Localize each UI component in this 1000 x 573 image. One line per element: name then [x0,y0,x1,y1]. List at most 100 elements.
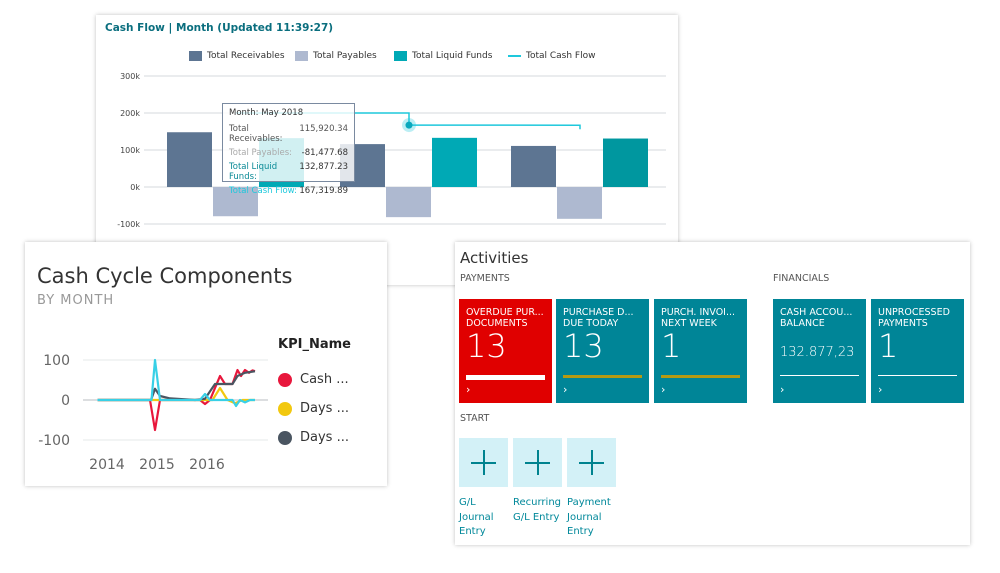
tile-bar [780,375,859,376]
tooltip-row: Total Cash Flow: 167,319.89 [229,186,348,196]
link-text: Recurring [513,497,561,508]
chevron-right-icon[interactable]: › [466,383,470,396]
tile-bar [563,375,642,378]
tile-value: 13 [466,327,507,365]
tooltip-month: Month: May 2018 [229,108,304,118]
tooltip-row: Total Receivables: 115,920.34 [229,124,348,144]
x-tick-label: 2015 [139,457,175,473]
legend-label: Total Liquid Funds [412,51,493,61]
legend-payables[interactable]: Total Payables [295,51,377,61]
tile-value: 1 [661,327,682,365]
tile-title: PURCH. INVOI... [661,307,736,318]
bar-total-payables [386,187,431,218]
tile-title: OVERDUE PUR... [466,307,544,318]
chevron-right-icon[interactable]: › [878,383,882,396]
tooltip-value: -81,477.68 [301,148,348,158]
start-tile[interactable] [567,438,616,487]
chevron-right-icon[interactable]: › [563,383,567,396]
tile-bar [878,375,957,376]
plus-icon [525,450,550,475]
financials-heading: FINANCIALS [773,273,830,284]
start-link[interactable]: G/L Journal Entry [459,496,511,540]
y-tick-label: 100 [43,353,70,369]
legend-label: Total Payables [313,51,377,61]
start-heading: START [460,413,490,424]
legend-dot [278,372,292,387]
legend-item[interactable]: Days ... [278,430,349,445]
legend-liquid-funds[interactable]: Total Liquid Funds [394,51,492,61]
tile-bar [661,375,740,378]
link-text: Entry [567,526,594,537]
start-link[interactable]: Payment Journal Entry [567,496,619,540]
y-tick-label: -100k [117,220,140,229]
cash-flow-point [405,121,413,129]
tooltip-label: Total Liquid Funds: [229,162,278,182]
card-subtitle: BY MONTH [37,293,115,308]
link-text: G/L Entry [513,511,560,523]
link-text: Journal [459,511,494,523]
tile-title: BALANCE [780,318,825,329]
chart-tooltip: Month: May 2018 Total Receivables: 115,92… [222,103,355,196]
chevron-right-icon[interactable]: › [780,383,784,396]
series-line [97,370,256,402]
activity-tile[interactable]: UNPROCESSED PAYMENTS 1 › [871,299,964,403]
tile-title: PURCHASE D... [563,307,634,318]
legend-line [508,55,521,57]
bar-total-liquid-funds [432,137,477,187]
legend-receivables[interactable]: Total Receivables [189,51,285,61]
legend-label: Total Cash Flow [526,51,596,61]
legend-item[interactable]: Days ... [278,401,349,416]
activities-panel: Activities PAYMENTS FINANCIALS OVERDUE P… [455,242,970,545]
cash-cycle-card[interactable]: 100 0 -100 2014 2015 2016 Cash Cycle Componen… [25,242,387,486]
tooltip-value: 132,877.23 [299,162,348,172]
tile-value: 1 [878,327,899,365]
x-tick-label: 2016 [189,457,225,473]
legend-label: Days ... [300,430,349,445]
activity-tile[interactable]: CASH ACCOU... BALANCE 132.877,23 › [773,299,866,403]
payments-heading: PAYMENTS [460,273,510,284]
legend-label: Days ... [300,401,349,416]
tile-bar [466,375,545,380]
tile-value: 13 [563,327,604,365]
bar-total-payables [557,187,602,219]
legend-cash-flow[interactable]: Total Cash Flow [508,51,595,61]
legend-swatch [295,51,308,61]
tooltip-row: Total Liquid Funds: 132,877.23 [229,162,348,182]
start-link[interactable]: Recurring G/L Entry [513,496,565,525]
legend-item[interactable]: Cash ... [278,372,349,387]
start-tile[interactable] [513,438,562,487]
y-tick-label: 300k [120,72,140,81]
y-tick-label: 0 [61,393,70,409]
y-tick-label: 0k [130,183,140,192]
plus-icon [471,450,496,475]
chevron-right-icon[interactable]: › [661,383,665,396]
legend-title: KPI_Name [278,337,351,352]
cash-flow-title[interactable]: Cash Flow | Month (Updated 11:39:27) [105,22,333,34]
activities-title: Activities [460,249,529,267]
tooltip-label: Total Cash Flow: [229,186,298,196]
link-text: G/L [459,497,476,508]
activity-tile[interactable]: PURCH. INVOI... NEXT WEEK 1 › [654,299,747,403]
legend-dot [278,430,292,445]
y-tick-label: 200k [120,109,140,118]
tooltip-value: 115,920.34 [299,124,348,134]
legend-dot [278,401,292,416]
activity-tile[interactable]: OVERDUE PUR... DOCUMENTS 13 › [459,299,552,403]
y-tick-label: 100k [120,146,140,155]
plus-icon [579,450,604,475]
activity-tile[interactable]: PURCHASE D... DUE TODAY 13 › [556,299,649,403]
start-tile[interactable] [459,438,508,487]
bar-total-receivables [167,132,212,187]
tooltip-row: Total Payables: -81,477.68 [229,148,348,158]
link-text: Journal [567,511,602,523]
legend-swatch [189,51,202,61]
link-text: Payment [567,497,611,508]
tooltip-value: 167,319.89 [299,186,348,196]
tooltip-label: Total Receivables: [229,124,283,144]
link-text: Entry [459,526,486,537]
tile-title: UNPROCESSED [878,307,950,318]
y-tick-label: -100 [38,433,70,449]
legend-swatch [394,51,407,61]
tile-value: 132.877,23 [780,345,855,360]
tile-title: CASH ACCOU... [780,307,853,318]
